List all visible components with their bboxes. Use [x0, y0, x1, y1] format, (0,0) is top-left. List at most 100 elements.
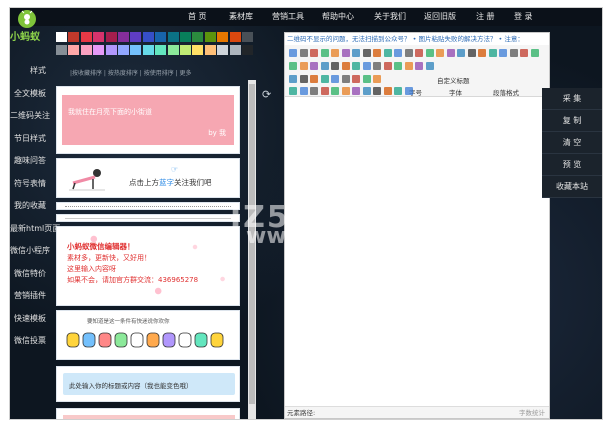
toolbar-tool-icon[interactable] — [352, 75, 360, 83]
sidebar-item-holiday[interactable]: 节日样式 — [10, 128, 48, 151]
toolbar-tool-icon[interactable] — [373, 75, 381, 83]
sidebar-item-specials[interactable]: 微信特价 — [10, 263, 48, 286]
toolbar-tool-icon[interactable] — [415, 49, 423, 57]
color-swatch[interactable] — [105, 45, 117, 55]
toolbar-tool-icon[interactable] — [331, 87, 339, 95]
template-card-editor-ad[interactable]: 小蚂蚁微信编辑器！ 素材多，更新快，又好用！ 这里输入内容呀 如果不会，请加官方… — [56, 226, 241, 307]
color-swatch[interactable] — [217, 45, 229, 55]
toolbar-tool-icon[interactable] — [331, 75, 339, 83]
sidebar-item-quick-templates[interactable]: 快速模板 — [10, 308, 48, 331]
toolbar-tool-icon[interactable] — [320, 62, 329, 70]
toolbar-tool-icon[interactable] — [341, 49, 350, 57]
color-swatch[interactable] — [93, 32, 105, 42]
color-swatch[interactable] — [80, 32, 92, 42]
toolbar-tool-icon[interactable] — [394, 49, 402, 57]
toolbar-tool-icon[interactable] — [436, 49, 444, 57]
paragraph-format-select[interactable]: 段落格式 — [493, 87, 519, 97]
toolbar-tool-icon[interactable] — [394, 87, 402, 95]
color-swatch[interactable] — [217, 32, 229, 42]
toolbar-tool-icon[interactable] — [289, 62, 297, 70]
toolbar-tool-icon[interactable] — [404, 62, 413, 70]
toolbar-tool-icon[interactable] — [478, 49, 486, 57]
toolbar-tool-icon[interactable] — [299, 87, 308, 95]
sidebar-item-html-pages[interactable]: 最新html页面 — [10, 218, 60, 241]
toolbar-tool-icon[interactable] — [373, 87, 381, 95]
color-swatch[interactable] — [56, 45, 67, 55]
color-swatch[interactable] — [192, 32, 204, 42]
color-swatch[interactable] — [80, 45, 92, 55]
toolbar-tool-icon[interactable] — [341, 75, 350, 83]
toolbar-tool-icon[interactable] — [362, 87, 371, 95]
sidebar-item-favorites[interactable]: 我的收藏 — [10, 195, 48, 218]
color-swatch[interactable] — [155, 32, 167, 42]
template-card-follow-us[interactable]: 点击上方蓝字关注我们吧 ☞ — [56, 158, 240, 198]
nav-login[interactable]: 登 录 — [514, 11, 533, 22]
color-swatch[interactable] — [130, 45, 142, 55]
toolbar-tool-icon[interactable] — [509, 49, 518, 57]
toolbar-tool-icon[interactable] — [362, 75, 371, 83]
color-swatch[interactable] — [242, 45, 253, 55]
color-swatch[interactable] — [142, 32, 154, 42]
color-swatch[interactable] — [142, 45, 154, 55]
color-swatch[interactable] — [167, 32, 179, 42]
toolbar-tool-icon[interactable] — [289, 87, 297, 95]
color-swatch[interactable] — [105, 32, 117, 42]
toolbar-tool-icon[interactable] — [331, 62, 339, 70]
collect-button[interactable]: 采 集 — [542, 88, 602, 110]
toolbar-tool-icon[interactable] — [299, 62, 308, 70]
toolbar-tool-icon[interactable] — [320, 87, 329, 95]
refresh-icon[interactable]: ⟳ — [262, 88, 274, 101]
color-swatch[interactable] — [229, 45, 241, 55]
toolbar-tool-icon[interactable] — [373, 49, 381, 57]
toolbar-tool-icon[interactable] — [299, 75, 308, 83]
bookmark-site-button[interactable]: 收藏本站 — [542, 176, 602, 198]
toolbar-tool-icon[interactable] — [341, 87, 350, 95]
template-list-scrollbar[interactable] — [248, 80, 256, 419]
color-swatch[interactable] — [180, 32, 191, 42]
toolbar-tool-icon[interactable] — [425, 62, 434, 70]
toolbar-tool-icon[interactable] — [404, 49, 413, 57]
color-swatch[interactable] — [204, 32, 216, 42]
nav-back-old-version[interactable]: 返回旧版 — [424, 11, 456, 22]
preview-button[interactable]: 预 览 — [542, 154, 602, 176]
sidebar-item-qrcode[interactable]: 二维码关注 — [10, 105, 50, 128]
toolbar-tool-icon[interactable] — [310, 49, 318, 57]
color-swatch[interactable] — [130, 32, 142, 42]
toolbar-tool-icon[interactable] — [404, 87, 413, 95]
sidebar-item-vote[interactable]: 微信投票 — [10, 330, 48, 353]
toolbar-tool-icon[interactable] — [362, 49, 371, 57]
font-family-select[interactable]: 字体 — [449, 87, 462, 97]
logo[interactable]: 小蚂蚁 — [10, 10, 50, 43]
nav-help-center[interactable]: 帮助中心 — [322, 11, 354, 22]
template-sort-tabs[interactable]: |按收藏排序 | 按热度排序 | 按使用排序 | 更多 — [70, 68, 192, 77]
toolbar-tool-icon[interactable] — [310, 75, 318, 83]
toolbar-tool-icon[interactable] — [310, 87, 318, 95]
color-swatch[interactable] — [204, 45, 216, 55]
clear-button[interactable]: 清 空 — [542, 132, 602, 154]
nav-materials[interactable]: 素材库 — [229, 11, 253, 22]
toolbar-tool-icon[interactable] — [383, 62, 392, 70]
editor-tip-bar[interactable]: 二维码不显示的问题，无法扫描到公众号？ • 图片粘贴失败的解决方法？ • 注意： — [285, 33, 549, 45]
toolbar-tool-icon[interactable] — [457, 49, 465, 57]
toolbar-tool-icon[interactable] — [341, 62, 350, 70]
toolbar-tool-icon[interactable] — [352, 62, 360, 70]
toolbar-tool-icon[interactable] — [383, 49, 392, 57]
template-card-pink-strip[interactable] — [56, 408, 240, 419]
color-swatch[interactable] — [192, 45, 204, 55]
template-card-cartoon-row[interactable]: 要知道是这一条件有快迷说你欢你 — [56, 310, 240, 360]
toolbar-tool-icon[interactable] — [352, 49, 360, 57]
toolbar-tool-icon[interactable] — [488, 49, 497, 57]
template-card-blue-title[interactable]: 此处输入你的标题或内容（我也能变色哦） — [56, 366, 240, 402]
toolbar-tool-icon[interactable] — [425, 49, 434, 57]
color-swatch[interactable] — [229, 32, 241, 42]
toolbar-tool-icon[interactable] — [289, 49, 297, 57]
toolbar-tool-icon[interactable] — [499, 49, 507, 57]
copy-button[interactable]: 复 制 — [542, 110, 602, 132]
editor-content-area[interactable] — [285, 98, 549, 406]
toolbar-tool-icon[interactable] — [320, 49, 329, 57]
template-card-divider-b[interactable] — [56, 214, 240, 222]
toolbar-tool-icon[interactable] — [446, 49, 455, 57]
sidebar-item-style[interactable]: 样式 — [10, 60, 48, 83]
color-swatch[interactable] — [180, 45, 191, 55]
sidebar-item-quiz[interactable]: 趣味问答 — [10, 150, 48, 173]
